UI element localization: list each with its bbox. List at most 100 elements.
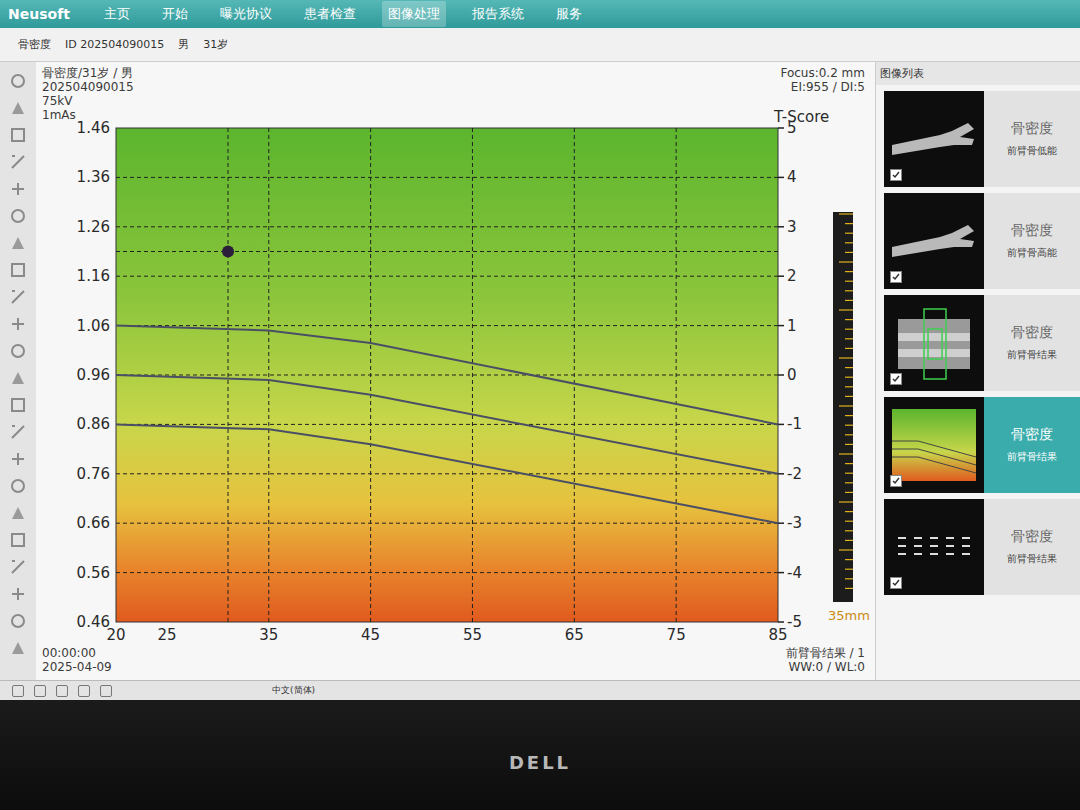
taskbar-icon[interactable]: [100, 685, 112, 697]
grid-line: [268, 128, 269, 622]
y-tick: 1.26: [77, 218, 110, 236]
item-checkbox[interactable]: [890, 475, 902, 487]
overlay-line: 骨密度/31岁 / 男: [42, 66, 134, 80]
image-list-item[interactable]: 骨密度 前臂骨低能: [884, 91, 1080, 187]
overlay-line: WW:0 / WL:0: [786, 660, 865, 674]
tool-icon[interactable]: [9, 234, 27, 252]
x-tick: 55: [463, 626, 482, 644]
ruler-tick: [845, 367, 853, 368]
nav-tab[interactable]: 服务: [550, 1, 588, 27]
tool-icon[interactable]: [9, 369, 27, 387]
item-checkbox[interactable]: [890, 169, 902, 181]
item-subtitle: 前臂骨结果: [1007, 348, 1057, 362]
y-tick: 0.96: [77, 366, 110, 384]
ime-indicator[interactable]: 中文(简体): [272, 684, 315, 697]
overlay-line: 前臂骨结果 / 1: [786, 646, 865, 660]
tool-icon[interactable]: [9, 207, 27, 225]
tool-icon[interactable]: [9, 396, 27, 414]
nav-tab[interactable]: 曝光协议: [214, 1, 278, 27]
nav-tab[interactable]: 报告系统: [466, 1, 530, 27]
t-tick-mark: [778, 522, 784, 524]
check-icon: [891, 374, 901, 384]
tool-icon[interactable]: [9, 180, 27, 198]
tool-icon[interactable]: [9, 450, 27, 468]
image-list-item[interactable]: 骨密度 前臂骨结果: [884, 499, 1080, 595]
y-tick: 1.46: [77, 119, 110, 137]
y-tick: 0.76: [77, 465, 110, 483]
grid-line: [574, 128, 575, 622]
t-tick-mark: [778, 226, 784, 228]
ruler: [833, 212, 853, 602]
ruler-tick: [845, 530, 853, 531]
nav-tab[interactable]: 患者检查: [298, 1, 362, 27]
patient-bar: 骨密度 ID 202504090015 男 31岁: [0, 28, 1080, 62]
image-list-item[interactable]: 骨密度 前臂骨结果: [884, 397, 1080, 493]
taskbar-icon[interactable]: [12, 685, 24, 697]
crosshair-vertical: [228, 128, 229, 622]
tool-icon[interactable]: [9, 126, 27, 144]
t-tick: 4: [787, 168, 797, 186]
tool-icon[interactable]: [9, 261, 27, 279]
ruler-tick: [845, 233, 853, 234]
item-checkbox[interactable]: [890, 373, 902, 385]
t-tick: -1: [787, 415, 802, 433]
tool-icon[interactable]: [9, 315, 27, 333]
overlay-bottom-left: 00:00:002025-04-09: [42, 646, 112, 674]
plot-area: [116, 128, 778, 622]
image-list-item[interactable]: 骨密度 前臂骨结果: [884, 295, 1080, 391]
tool-icon[interactable]: [9, 504, 27, 522]
t-tick-mark: [778, 621, 784, 623]
tool-icon[interactable]: [9, 531, 27, 549]
overlay-line: 2025-04-09: [42, 660, 112, 674]
ruler-tick: [839, 213, 853, 214]
ruler-tick: [839, 501, 853, 502]
logo[interactable]: Neusoft: [8, 6, 70, 22]
item-title: 骨密度: [1011, 426, 1053, 444]
nav-tab[interactable]: 主页: [98, 1, 136, 27]
ruler-tick: [839, 453, 853, 454]
t-tick: 0: [787, 366, 797, 384]
tool-icon[interactable]: [9, 288, 27, 306]
item-subtitle: 前臂骨结果: [1007, 552, 1057, 566]
status-bar: 中文(简体): [0, 680, 1080, 700]
patient-id: ID 202504090015: [65, 38, 164, 51]
patient-point[interactable]: [222, 246, 234, 258]
item-title: 骨密度: [1011, 324, 1053, 342]
nav-tab[interactable]: 开始: [156, 1, 194, 27]
tool-icon[interactable]: [9, 153, 27, 171]
image-list-item[interactable]: 骨密度 前臂骨高能: [884, 193, 1080, 289]
nav-tab[interactable]: 图像处理: [382, 1, 446, 27]
item-title: 骨密度: [1011, 528, 1053, 546]
tool-icon[interactable]: [9, 342, 27, 360]
tool-icon[interactable]: [9, 639, 27, 657]
panel-title: 图像列表: [876, 62, 1080, 85]
item-checkbox[interactable]: [890, 271, 902, 283]
t-tick: -2: [787, 465, 802, 483]
taskbar-icon[interactable]: [34, 685, 46, 697]
tool-icon[interactable]: [9, 585, 27, 603]
tool-icon[interactable]: [9, 612, 27, 630]
tool-icon[interactable]: [9, 99, 27, 117]
y-tick: 0.46: [77, 613, 110, 631]
item-subtitle: 前臂骨低能: [1007, 144, 1057, 158]
tool-icon[interactable]: [9, 72, 27, 90]
tool-icon[interactable]: [9, 477, 27, 495]
tool-icon[interactable]: [9, 558, 27, 576]
grid-line: [116, 424, 778, 425]
ruler-tick: [845, 319, 853, 320]
t-tick-mark: [778, 177, 784, 179]
tool-icon[interactable]: [9, 423, 27, 441]
item-text: 骨密度 前臂骨高能: [984, 193, 1080, 289]
taskbar-icon[interactable]: [56, 685, 68, 697]
ruler-label: 35mm: [828, 608, 870, 623]
grid-line: [116, 177, 778, 178]
t-tick: -5: [787, 613, 802, 631]
thumbnail: [884, 295, 984, 391]
ruler-tick: [845, 559, 853, 560]
overlay-line: 1mAs: [42, 108, 134, 122]
item-checkbox[interactable]: [890, 577, 902, 589]
grid-line: [116, 375, 778, 376]
chart-viewport[interactable]: 1.461.361.261.161.060.960.860.760.660.56…: [36, 62, 875, 680]
taskbar-icon[interactable]: [78, 685, 90, 697]
bmd-chart: 1.461.361.261.161.060.960.860.760.660.56…: [36, 62, 875, 680]
